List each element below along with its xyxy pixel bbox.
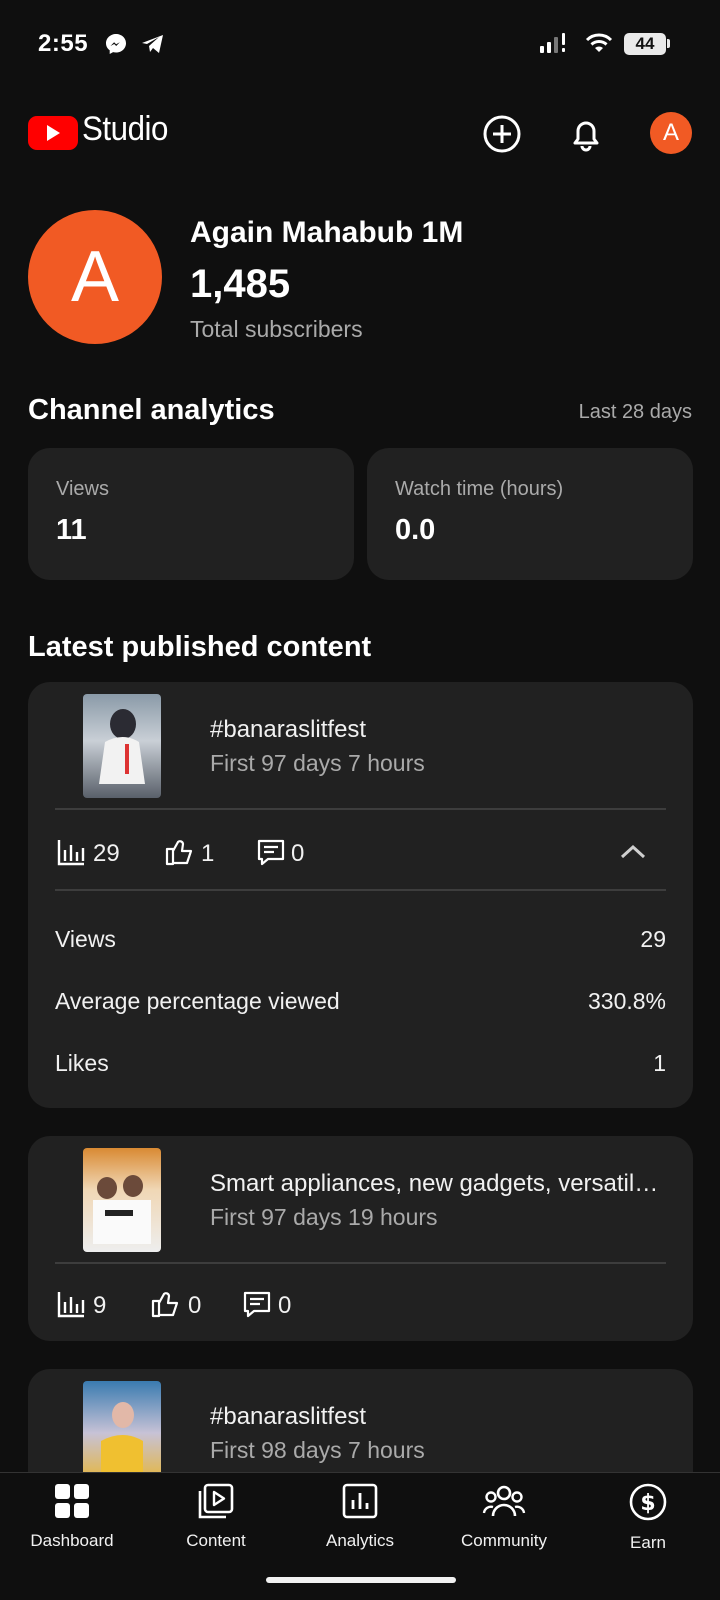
create-icon[interactable]	[480, 112, 524, 156]
studio-brand: Studio	[82, 110, 168, 148]
detail-label: Views	[55, 926, 116, 952]
divider	[55, 808, 666, 810]
channel-avatar[interactable]: A	[28, 210, 162, 344]
detail-label: Average percentage viewed	[55, 988, 340, 1014]
views-icon	[57, 1292, 85, 1318]
nav-label: Earn	[630, 1533, 666, 1552]
analytics-title: Channel analytics	[28, 394, 275, 426]
subscriber-count: 1,485	[190, 262, 291, 306]
video-title[interactable]: #banaraslitfest	[210, 1403, 670, 1431]
telegram-icon	[142, 35, 163, 53]
subscriber-label: Total subscribers	[190, 316, 363, 342]
comment-icon[interactable]	[256, 837, 286, 867]
nav-dashboard[interactable]: Dashboard	[0, 1482, 144, 1551]
watch-time-metric-card[interactable]: Watch time (hours) 0.0	[367, 448, 693, 580]
views-metric-card[interactable]: Views 11	[28, 448, 354, 580]
nav-label: Analytics	[325, 1531, 395, 1550]
nav-label: Content	[186, 1531, 246, 1550]
content-card[interactable]: #banaraslitfest First 97 days 7 hours 29…	[28, 682, 693, 1108]
content-icon	[198, 1483, 234, 1519]
likes-count: 0	[188, 1292, 202, 1319]
community-icon	[482, 1485, 526, 1517]
nav-label: Dashboard	[30, 1531, 114, 1550]
nav-analytics[interactable]: Analytics	[288, 1482, 432, 1551]
content-card[interactable]: Smart appliances, new gadgets, versatil……	[28, 1136, 693, 1341]
status-time: 2:55	[38, 30, 89, 57]
channel-name: Again Mahabub 1M	[190, 216, 464, 249]
detail-value: 330.8%	[587, 988, 666, 1014]
signal-icon	[540, 33, 565, 53]
chevron-up-icon[interactable]	[618, 840, 648, 864]
video-age: First 97 days 19 hours	[210, 1204, 438, 1230]
like-icon[interactable]	[150, 1288, 180, 1318]
nav-content[interactable]: Content	[144, 1482, 288, 1551]
divider	[55, 889, 666, 891]
detail-label: Likes	[55, 1050, 109, 1076]
video-thumbnail[interactable]	[83, 1148, 161, 1252]
dashboard-icon	[55, 1484, 89, 1518]
views-icon	[57, 840, 85, 866]
youtube-logo-icon[interactable]	[28, 116, 78, 150]
analytics-icon	[342, 1483, 378, 1519]
analytics-period: Last 28 days	[578, 401, 692, 423]
metric-value: 11	[56, 514, 87, 546]
comment-icon[interactable]	[242, 1289, 272, 1319]
account-avatar[interactable]: A	[650, 112, 692, 154]
video-thumbnail[interactable]	[83, 1381, 161, 1485]
nav-label: Community	[461, 1531, 547, 1550]
svg-text:$: $	[640, 1491, 655, 1516]
messenger-icon	[106, 34, 126, 54]
earn-icon: $	[629, 1483, 667, 1521]
likes-count: 1	[201, 840, 215, 867]
divider	[55, 1262, 666, 1264]
nav-earn[interactable]: $ Earn	[576, 1482, 720, 1553]
views-count: 9	[93, 1292, 107, 1319]
views-count: 29	[93, 840, 120, 867]
like-icon[interactable]	[164, 836, 194, 866]
detail-value: 29	[640, 926, 666, 952]
latest-content-title: Latest published content	[28, 631, 372, 663]
metric-label: Views	[56, 478, 109, 500]
battery-tip	[667, 39, 670, 48]
video-title[interactable]: #banaraslitfest	[210, 716, 670, 744]
metric-value: 0.0	[395, 514, 436, 546]
video-age: First 98 days 7 hours	[210, 1437, 425, 1463]
wifi-icon	[585, 33, 613, 52]
battery-icon: 44	[624, 33, 666, 55]
home-indicator[interactable]	[266, 1577, 456, 1583]
detail-value: 1	[653, 1050, 666, 1076]
video-title[interactable]: Smart appliances, new gadgets, versatil…	[210, 1170, 670, 1198]
comments-count: 0	[278, 1292, 292, 1319]
comments-count: 0	[291, 840, 305, 867]
metric-label: Watch time (hours)	[395, 478, 564, 500]
nav-community[interactable]: Community	[432, 1482, 576, 1551]
bell-icon[interactable]	[564, 112, 608, 156]
video-thumbnail[interactable]	[83, 694, 161, 798]
video-age: First 97 days 7 hours	[210, 750, 425, 776]
